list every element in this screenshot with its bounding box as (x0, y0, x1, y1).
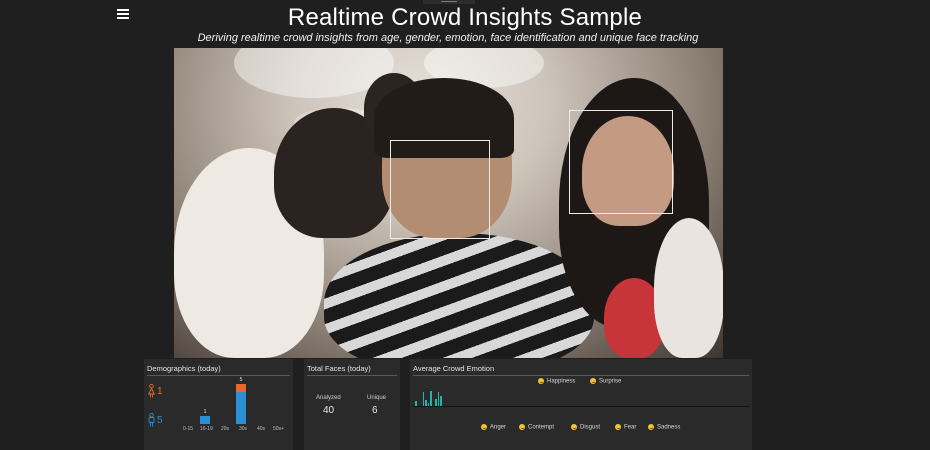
emotion-bar (425, 400, 427, 406)
age-bar-male (236, 392, 246, 424)
male-count: 5 (157, 415, 163, 426)
emotion-legend-fear: Fear (615, 424, 636, 431)
emotion-bar (430, 391, 432, 406)
age-bar-label: 5 (239, 377, 243, 383)
analyzed-label: Analyzed (316, 395, 341, 401)
emotion-legend-anger: Anger (481, 424, 506, 431)
emotion-legend-sadness: Sadness (648, 424, 680, 431)
age-label: 20s (221, 426, 230, 432)
demographics-header: Demographics (today) (147, 359, 290, 376)
analyzed-value: 40 (323, 405, 335, 416)
smiley-icon (519, 424, 525, 430)
unique-value: 6 (372, 405, 378, 416)
emotion-bar (435, 399, 437, 406)
unique-label: Unique (367, 395, 387, 401)
emotion-bar (422, 392, 424, 406)
camera-feed (174, 48, 723, 358)
age-bar-label: 1 (203, 409, 207, 415)
smiley-icon (481, 424, 487, 430)
emotion-chart (413, 375, 749, 407)
emotion-bar (440, 396, 442, 406)
crowd-emotion-panel: Average Crowd Emotion Happiness Surprise… (410, 359, 752, 450)
age-bar-female (236, 384, 246, 392)
demographics-panel: Demographics (today) 1 5 1 5 0-15 16-19 2… (144, 359, 293, 450)
age-label: 16-19 (200, 426, 213, 432)
female-count: 1 (157, 386, 163, 397)
page-title: Realtime Crowd Insights Sample (287, 4, 643, 31)
smiley-icon (648, 424, 654, 430)
emotion-bar (427, 403, 429, 406)
emotion-header: Average Crowd Emotion (413, 359, 749, 376)
emotion-legend-disgust: Disgust (571, 424, 600, 431)
age-label: 50s+ (273, 426, 284, 432)
face-box (390, 140, 490, 239)
age-label: 0-15 (183, 426, 194, 432)
emotion-bar (437, 392, 439, 406)
smiley-icon (615, 424, 621, 430)
total-faces-panel: Total Faces (today) Analyzed 40 Unique 6 (304, 359, 400, 450)
emotion-bar (415, 401, 417, 406)
male-person-icon (148, 413, 155, 427)
page-subtitle: Deriving realtime crowd insights from ag… (197, 32, 699, 44)
age-label: 30s (239, 426, 248, 432)
smiley-icon (571, 424, 577, 430)
female-person-icon (148, 384, 155, 398)
total-faces-header: Total Faces (today) (307, 359, 397, 376)
age-label: 40s (257, 426, 266, 432)
age-bar-male (200, 416, 210, 424)
face-box (569, 110, 673, 214)
emotion-legend-contempt: Contempt (519, 424, 554, 431)
